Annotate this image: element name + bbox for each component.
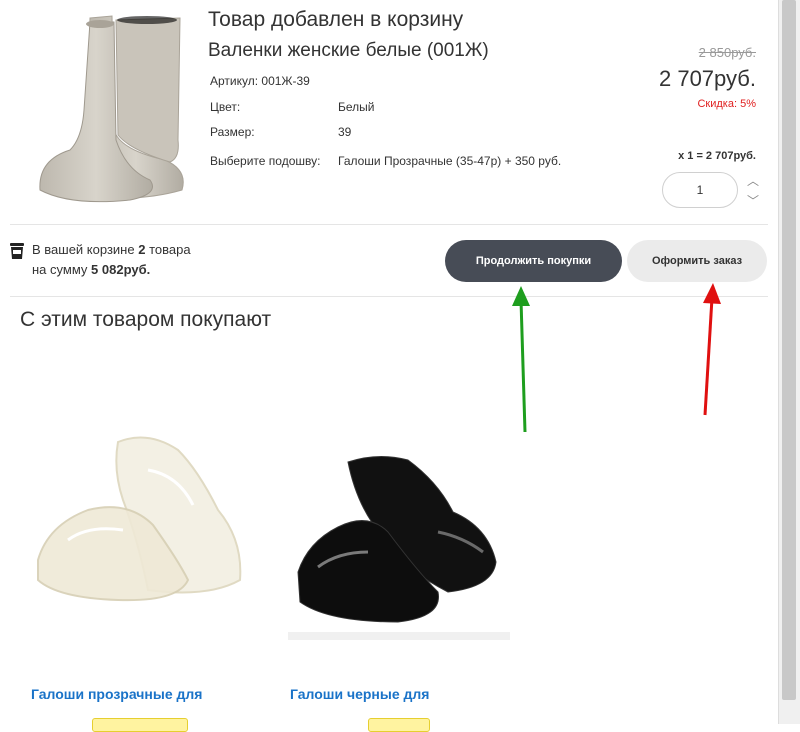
cart-line1-prefix: В вашей корзине bbox=[32, 242, 135, 257]
black-galoshes-image[interactable] bbox=[288, 452, 510, 642]
chevron-up-icon[interactable]: ︿ bbox=[746, 172, 760, 189]
cart-summary: В вашей корзине 2 товара на сумму 5 082р… bbox=[32, 240, 191, 280]
scrollbar[interactable] bbox=[778, 0, 800, 724]
checkout-button[interactable]: Оформить заказ bbox=[627, 240, 767, 282]
related-section-title: С этим товаром покупают bbox=[20, 308, 272, 331]
felt-boots-image bbox=[39, 15, 184, 203]
discount-badge: Скидка: 5% bbox=[697, 98, 756, 110]
added-to-cart-title: Товар добавлен в корзину bbox=[208, 8, 464, 31]
related-product-link-1[interactable]: Галоши прозрачные для bbox=[31, 686, 202, 702]
related-product-link-2[interactable]: Галоши черные для bbox=[290, 686, 429, 702]
quantity-input[interactable]: 1 bbox=[662, 172, 738, 208]
spec-sole-value: Галоши Прозрачные (35-47р) + 350 руб. bbox=[338, 154, 562, 168]
divider-bottom bbox=[10, 296, 768, 297]
red-arrow-icon bbox=[703, 283, 721, 416]
buy-button-2[interactable] bbox=[368, 718, 430, 732]
discount-value: 5% bbox=[740, 98, 756, 110]
spec-color-label: Цвет: bbox=[210, 100, 241, 114]
product-name[interactable]: Валенки женские белые (001Ж) bbox=[208, 40, 489, 62]
current-price: 2 707руб. bbox=[658, 66, 756, 91]
cart-line2-prefix: на сумму bbox=[32, 262, 88, 277]
spec-color-value: Белый bbox=[338, 100, 375, 114]
spec-sku: Артикул: 001Ж-39 bbox=[210, 74, 310, 88]
trash-icon[interactable] bbox=[9, 242, 25, 260]
chevron-down-icon[interactable]: ﹀ bbox=[746, 192, 760, 209]
continue-shopping-button[interactable]: Продолжить покупки bbox=[445, 240, 622, 282]
line-subtotal: x 1 = 2 707руб. bbox=[678, 150, 756, 162]
cart-total: 5 082руб. bbox=[91, 262, 151, 277]
cart-count: 2 bbox=[138, 242, 146, 257]
green-arrow-icon bbox=[512, 286, 530, 433]
divider-top bbox=[10, 224, 768, 225]
spec-size-label: Размер: bbox=[210, 125, 255, 139]
cart-line1-suffix: товара bbox=[149, 242, 191, 257]
old-price: 2 850руб. bbox=[698, 45, 756, 60]
discount-label: Скидка: bbox=[697, 98, 738, 110]
buy-button-1[interactable] bbox=[92, 718, 188, 732]
clear-galoshes-image[interactable] bbox=[28, 430, 248, 610]
spec-sole-label: Выберите подошву: bbox=[210, 154, 321, 168]
scrollbar-thumb[interactable] bbox=[782, 0, 796, 700]
spec-size-value: 39 bbox=[338, 125, 352, 139]
